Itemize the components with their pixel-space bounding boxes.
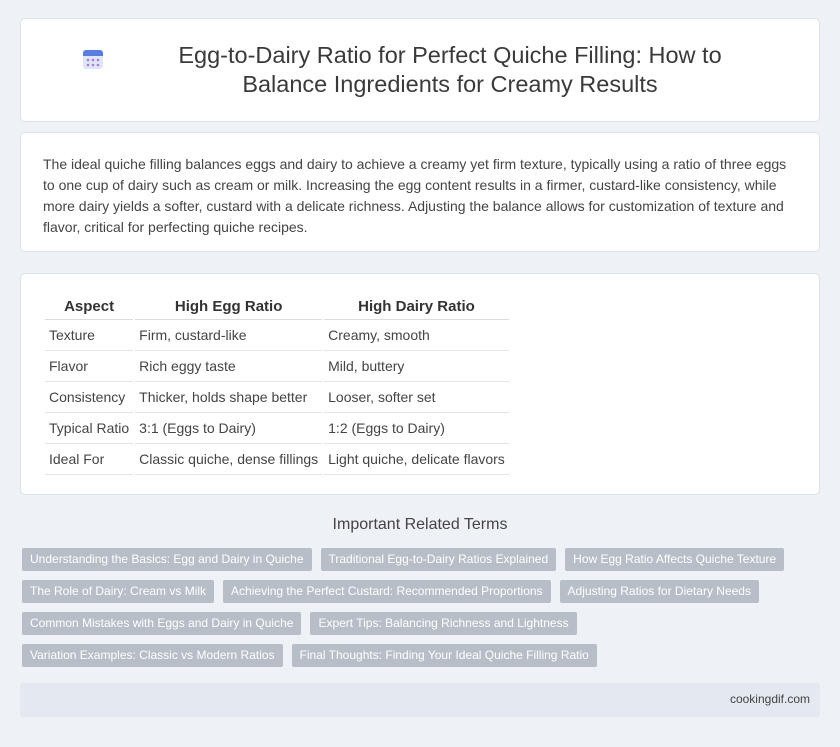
- comparison-card: Aspect High Egg Ratio High Dairy Ratio T…: [20, 273, 820, 495]
- table-cell: Mild, buttery: [324, 351, 509, 382]
- table-header-row: Aspect High Egg Ratio High Dairy Ratio: [45, 294, 509, 320]
- table-cell: 1:2 (Eggs to Dairy): [324, 413, 509, 444]
- column-header: High Egg Ratio: [135, 294, 323, 320]
- footer: cookingdif.com: [20, 683, 820, 717]
- table-cell: Looser, softer set: [324, 382, 509, 413]
- related-term-tag[interactable]: Expert Tips: Balancing Richness and Ligh…: [310, 612, 577, 635]
- related-term-tag[interactable]: Variation Examples: Classic vs Modern Ra…: [22, 644, 283, 667]
- table-row: Flavor Rich eggy taste Mild, buttery: [45, 351, 509, 382]
- table-row: Texture Firm, custard-like Creamy, smoot…: [45, 320, 509, 351]
- column-header: High Dairy Ratio: [324, 294, 509, 320]
- tag-row: Variation Examples: Classic vs Modern Ra…: [22, 644, 812, 667]
- related-term-tag[interactable]: How Egg Ratio Affects Quiche Texture: [565, 548, 785, 571]
- table-cell: Typical Ratio: [45, 413, 134, 444]
- comparison-table: Aspect High Egg Ratio High Dairy Ratio T…: [43, 294, 511, 475]
- table-cell: Creamy, smooth: [324, 320, 509, 351]
- table-cell: Thicker, holds shape better: [135, 382, 323, 413]
- tag-row: Understanding the Basics: Egg and Dairy …: [22, 548, 812, 571]
- table-cell: 3:1 (Eggs to Dairy): [135, 413, 323, 444]
- related-term-tag[interactable]: Understanding the Basics: Egg and Dairy …: [22, 548, 312, 571]
- table-row: Consistency Thicker, holds shape better …: [45, 382, 509, 413]
- related-term-tag[interactable]: Traditional Egg-to-Dairy Ratios Explaine…: [320, 548, 557, 571]
- table-cell: Consistency: [45, 382, 134, 413]
- related-term-tag[interactable]: Achieving the Perfect Custard: Recommend…: [223, 580, 551, 603]
- related-term-tag[interactable]: Common Mistakes with Eggs and Dairy in Q…: [22, 612, 302, 635]
- intro-paragraph: The ideal quiche filling balances eggs a…: [43, 156, 787, 235]
- table-cell: Light quiche, delicate flavors: [324, 444, 509, 475]
- table-cell: Ideal For: [45, 444, 134, 475]
- column-header: Aspect: [45, 294, 134, 320]
- table-cell: Flavor: [45, 351, 134, 382]
- related-term-tag[interactable]: Adjusting Ratios for Dietary Needs: [559, 580, 759, 603]
- tag-row: The Role of Dairy: Cream vs Milk Achievi…: [22, 580, 812, 603]
- intro-card: The ideal quiche filling balances eggs a…: [20, 132, 820, 252]
- table-cell: Classic quiche, dense fillings: [135, 444, 323, 475]
- related-terms-title: Important Related Terms: [332, 516, 508, 533]
- table-row: Typical Ratio 3:1 (Eggs to Dairy) 1:2 (E…: [45, 413, 509, 444]
- table-cell: Texture: [45, 320, 134, 351]
- site-name: cookingdif.com: [729, 692, 810, 706]
- header-card: Egg-to-Dairy Ratio for Perfect Quiche Fi…: [20, 18, 820, 122]
- page-title: Egg-to-Dairy Ratio for Perfect Quiche Fi…: [178, 42, 722, 97]
- table-cell: Rich eggy taste: [135, 351, 323, 382]
- table-cell: Firm, custard-like: [135, 320, 323, 351]
- related-terms: Understanding the Basics: Egg and Dairy …: [22, 548, 812, 676]
- related-term-tag[interactable]: Final Thoughts: Finding Your Ideal Quich…: [291, 644, 597, 667]
- table-row: Ideal For Classic quiche, dense fillings…: [45, 444, 509, 475]
- related-term-tag[interactable]: The Role of Dairy: Cream vs Milk: [22, 580, 215, 603]
- tag-row: Common Mistakes with Eggs and Dairy in Q…: [22, 612, 812, 635]
